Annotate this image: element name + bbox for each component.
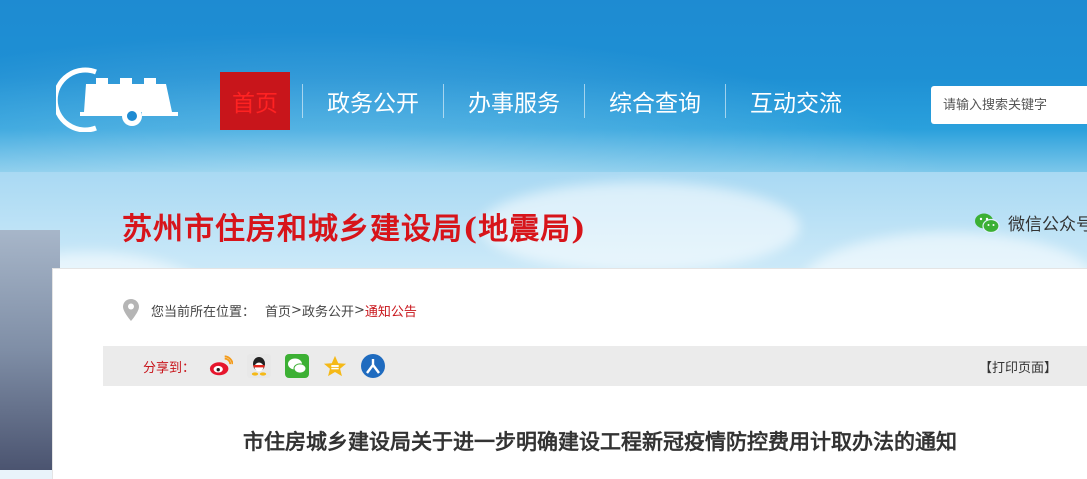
nav-item-interaction[interactable]: 互动交流 [726,72,866,130]
renren-icon[interactable] [361,354,386,378]
content-card: 您当前所在位置： 首页 > 政务公开 > 通知公告 分享到： 【打印页面】 市住… [52,268,1087,479]
qzone-icon[interactable] [323,354,347,378]
main-nav: 首页 政务公开 办事服务 综合查询 互动交流 [220,72,866,130]
qq-icon[interactable] [247,354,272,378]
wechat-label: 微信公众号 [1008,215,1087,235]
print-page-button[interactable]: 【打印页面】 [979,357,1057,376]
breadcrumb-home[interactable]: 首页 [265,301,291,320]
share-label: 分享到： [143,360,196,376]
search-input[interactable] [941,96,1087,114]
wechat-icon [975,213,1000,233]
city-skyline-image [0,230,60,470]
location-pin-icon [123,299,139,321]
search-box[interactable] [931,86,1087,124]
nav-item-services[interactable]: 办事服务 [444,72,584,130]
weibo-icon[interactable] [209,354,234,378]
wechat-account-link[interactable]: 微信公众号 [974,210,1087,235]
top-nav-bar: 首页 政务公开 办事服务 综合查询 互动交流 [0,0,1087,172]
breadcrumb: 您当前所在位置： 首页 > 政务公开 > 通知公告 [123,299,417,321]
nav-item-query[interactable]: 综合查询 [585,72,725,130]
site-logo[interactable] [56,66,180,132]
breadcrumb-current[interactable]: 通知公告 [365,301,417,320]
breadcrumb-separator: > [353,302,365,318]
site-title: 苏州市住房和城乡建设局(地震局) [122,212,587,247]
nav-item-gov-affairs[interactable]: 政务公开 [303,72,443,130]
breadcrumb-separator: > [291,302,302,318]
breadcrumb-gov-affairs[interactable]: 政务公开 [302,301,354,320]
breadcrumb-prefix: 您当前所在位置： [151,304,256,320]
nav-item-home[interactable]: 首页 [220,72,290,130]
article-title: 市住房城乡建设局关于进一步明确建设工程新冠疫情防控费用计取办法的通知 [243,430,957,454]
share-bar: 分享到： 【打印页面】 [103,346,1087,386]
wechat-icon[interactable] [285,354,310,378]
